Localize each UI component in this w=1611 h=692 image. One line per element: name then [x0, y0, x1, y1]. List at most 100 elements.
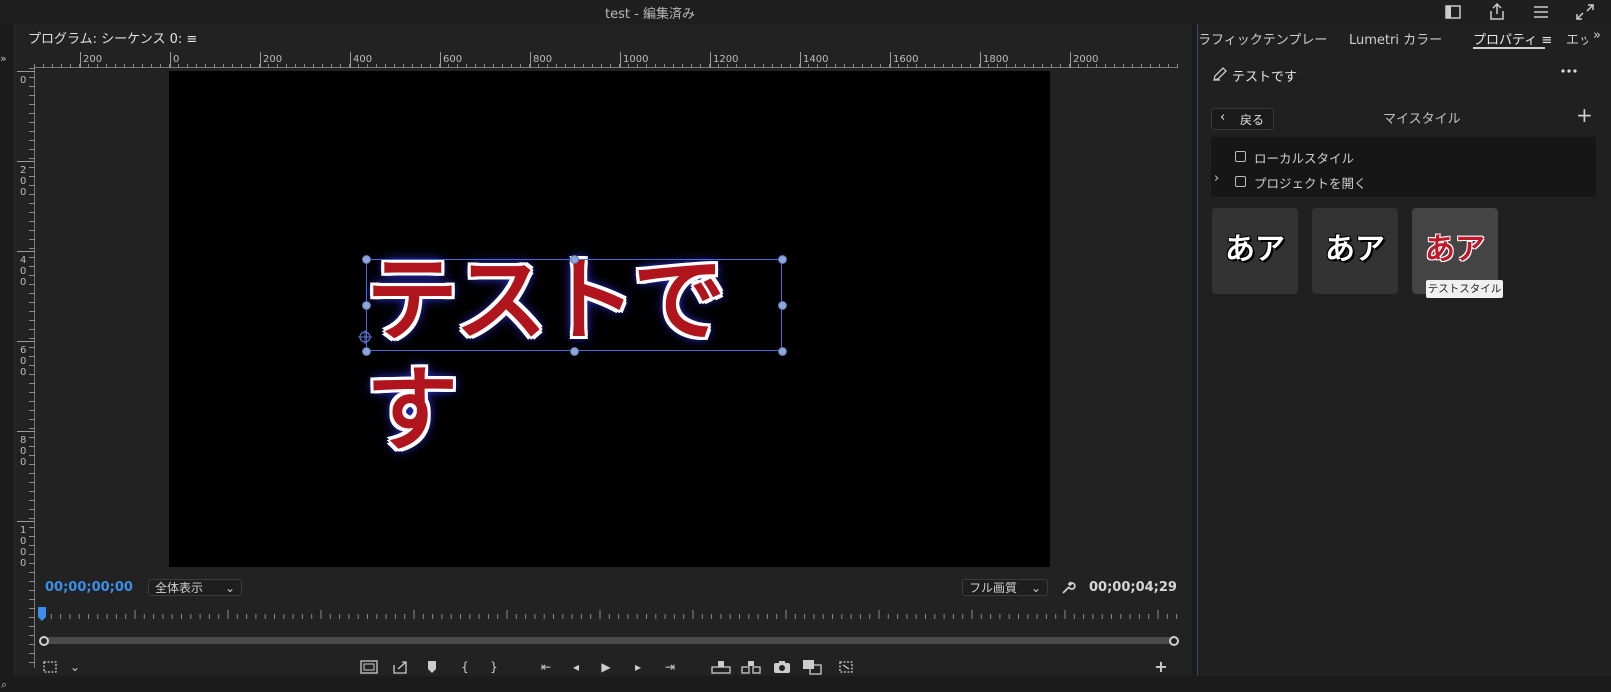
- extract-icon[interactable]: [741, 660, 761, 674]
- playback-quality-select[interactable]: フル画質 ⌄: [962, 579, 1048, 596]
- go-to-in-icon[interactable]: ⇤: [537, 660, 555, 674]
- ruler-label-char: 4: [20, 255, 26, 266]
- chevron-left-icon: ‹: [1220, 110, 1226, 125]
- ruler-label-char: 0: [20, 187, 26, 198]
- mark-in-icon[interactable]: {: [456, 660, 474, 674]
- handle-top-center[interactable]: [570, 255, 579, 264]
- add-marker-icon[interactable]: [425, 660, 439, 674]
- tab-essential-graphics[interactable]: ラフィックテンプレート: [1198, 29, 1326, 48]
- button-editor-plus-icon[interactable]: +: [1152, 659, 1170, 675]
- ruler-label-char: 0: [20, 457, 26, 468]
- local-styles-checkbox[interactable]: [1235, 151, 1246, 162]
- style-tooltip: テストスタイル: [1426, 280, 1503, 298]
- chevron-down-icon: ⌄: [224, 581, 235, 595]
- settings-chevron-icon[interactable]: ⌄: [66, 660, 84, 674]
- step-forward-icon[interactable]: ▸: [629, 660, 647, 674]
- left-panel-strip: » ⌕: [0, 24, 15, 691]
- export-frame-icon[interactable]: [392, 660, 410, 674]
- vertical-ruler: 02004006008001000: [17, 68, 35, 668]
- ruler-label-char: 0: [20, 558, 26, 569]
- ruler-label: 2000: [1073, 54, 1098, 65]
- ruler-label-char: 0: [20, 446, 26, 457]
- tab-effects[interactable]: エッ: [1566, 29, 1588, 48]
- ruler-label-char: 1: [20, 525, 26, 536]
- zoom-level-value: 全体表示: [155, 581, 204, 595]
- list-item-open-project[interactable]: › プロジェクトを開く: [1212, 171, 1592, 191]
- ruler-label: 400: [353, 54, 372, 65]
- current-timecode[interactable]: 00;00;00;00: [45, 580, 133, 595]
- handle-middle-left[interactable]: [362, 301, 371, 310]
- ruler-label: 0: [173, 54, 179, 65]
- style-swatch-3-preview: あア: [1425, 232, 1485, 267]
- expand-left-icon[interactable]: »: [0, 52, 7, 65]
- comparison-view-icon[interactable]: [802, 659, 822, 675]
- safe-margins-icon[interactable]: [42, 660, 58, 674]
- lift-icon[interactable]: [711, 660, 731, 674]
- ruler-label-char: 0: [20, 367, 26, 378]
- window-title: test - 編集済み: [605, 7, 695, 22]
- handle-top-left[interactable]: [362, 255, 371, 264]
- chevron-right-icon[interactable]: ›: [1214, 171, 1219, 186]
- monitor-title[interactable]: プログラム: シーケンス 0: ≡: [28, 28, 197, 47]
- handle-middle-right[interactable]: [778, 301, 787, 310]
- local-styles-label: ローカルスタイル: [1254, 151, 1355, 166]
- ruler-label: 1200: [713, 54, 738, 65]
- fullscreen-icon[interactable]: [1574, 2, 1596, 22]
- ruler-label: 1000: [623, 54, 648, 65]
- panel-layout-icon[interactable]: [1442, 2, 1464, 22]
- tab-lumetri-color[interactable]: Lumetri カラー: [1349, 29, 1442, 48]
- ruler-label: 1800: [983, 54, 1008, 65]
- more-options-icon[interactable]: [1560, 64, 1578, 78]
- playback-quality-value: フル画質: [969, 581, 1018, 595]
- styles-heading: マイスタイル: [1383, 112, 1461, 127]
- wrench-icon[interactable]: [1060, 580, 1076, 596]
- mark-out-icon[interactable]: }: [485, 660, 503, 674]
- play-icon[interactable]: ▶: [597, 660, 615, 674]
- go-to-out-icon[interactable]: ⇥: [661, 660, 679, 674]
- camera-icon[interactable]: [773, 660, 791, 674]
- title-bar: test - 編集済み: [0, 0, 1611, 24]
- ruler-label-char: 0: [20, 547, 26, 558]
- tab-properties[interactable]: プロパティ ≡: [1473, 29, 1552, 48]
- anchor-point-icon[interactable]: [358, 330, 372, 344]
- handle-bottom-left[interactable]: [362, 347, 371, 356]
- active-tab-indicator: [1473, 47, 1545, 49]
- text-bounding-box[interactable]: [366, 259, 782, 351]
- zoom-scroll-start-handle[interactable]: [39, 636, 49, 646]
- back-button-label: 戻る: [1240, 113, 1265, 127]
- style-swatch-2-preview: あア: [1325, 232, 1385, 267]
- ruler-label: 200: [83, 54, 102, 65]
- zoom-scroll-bar[interactable]: [44, 637, 1178, 644]
- add-style-icon[interactable]: +: [1576, 103, 1593, 127]
- workspace-menu-icon[interactable]: [1530, 2, 1552, 22]
- ruler-label: 800: [533, 54, 552, 65]
- open-project-label: プロジェクトを開く: [1254, 176, 1367, 191]
- step-back-icon[interactable]: ◂: [567, 660, 585, 674]
- ruler-label-char: 0: [20, 356, 26, 367]
- duration-timecode: 00;00;04;29: [1089, 580, 1177, 595]
- ruler-label: 1400: [803, 54, 828, 65]
- ruler-label-char: 0: [20, 176, 26, 187]
- handle-top-right[interactable]: [778, 255, 787, 264]
- zoom-level-select[interactable]: 全体表示 ⌄: [148, 579, 242, 596]
- selected-object-name: テストです: [1232, 70, 1298, 85]
- share-icon[interactable]: [1486, 2, 1508, 22]
- expand-tabs-icon[interactable]: »: [1593, 28, 1601, 43]
- fit-frame-icon[interactable]: [360, 660, 378, 674]
- list-item-local-styles[interactable]: ローカルスタイル: [1212, 147, 1592, 166]
- ruler-label-char: 0: [20, 277, 26, 288]
- ruler-label-char: 0: [20, 266, 26, 277]
- zoom-scroll-end-handle[interactable]: [1169, 636, 1179, 646]
- vr-video-icon[interactable]: [838, 660, 854, 674]
- handle-bottom-right[interactable]: [778, 347, 787, 356]
- open-project-checkbox[interactable]: [1235, 176, 1246, 187]
- ruler-label: 1600: [893, 54, 918, 65]
- style-swatch-1-preview: あア: [1225, 232, 1285, 267]
- ruler-label-char: 0: [20, 536, 26, 547]
- time-ruler[interactable]: [38, 607, 1180, 625]
- ruler-label-char: 2: [20, 165, 26, 176]
- search-icon[interactable]: ⌕: [1, 678, 7, 692]
- graphics-object-icon: [1213, 67, 1227, 81]
- playhead[interactable]: [38, 607, 46, 621]
- handle-bottom-center[interactable]: [570, 347, 579, 356]
